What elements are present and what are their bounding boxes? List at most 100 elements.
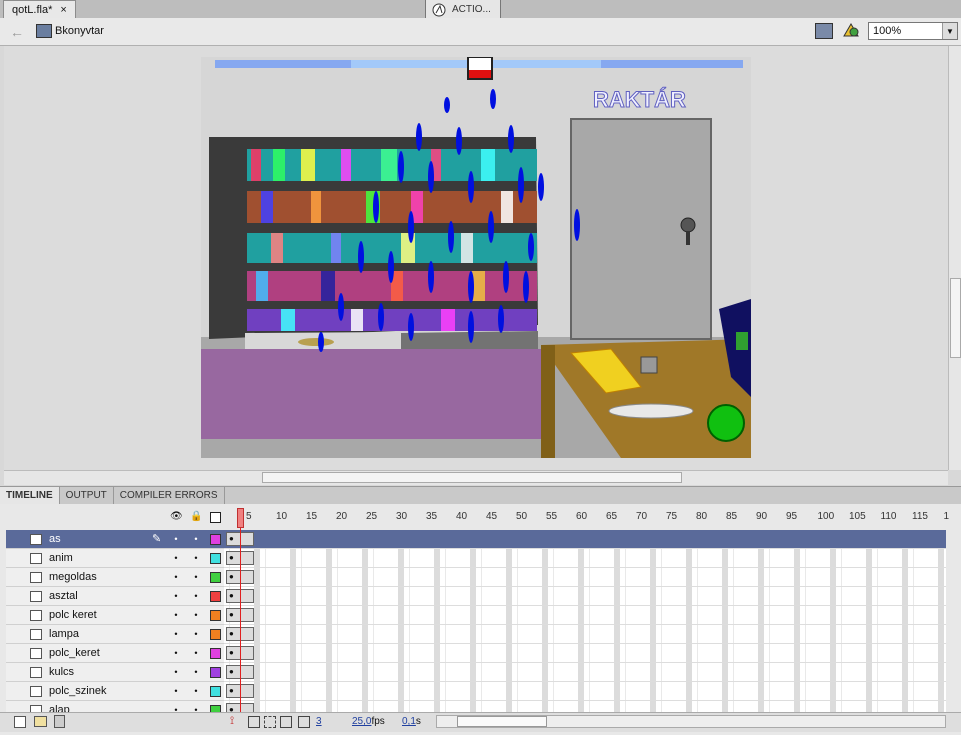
layer-name[interactable]: megoldas	[49, 571, 167, 583]
layer-name[interactable]: asztal	[49, 590, 167, 602]
actions-panel-title: ACTIO...	[452, 4, 491, 15]
elapsed-value[interactable]: 0,1	[402, 716, 416, 727]
lock-dot[interactable]: •	[186, 667, 206, 677]
visibility-dot[interactable]: •	[166, 648, 186, 658]
document-tab[interactable]: qotL.fla* ×	[3, 0, 76, 18]
back-arrow-icon[interactable]: ←	[10, 24, 24, 40]
new-folder-icon[interactable]	[34, 716, 47, 727]
onion-outline-icon[interactable]	[264, 716, 276, 728]
lock-dot[interactable]: •	[186, 591, 206, 601]
edit-scene-icon[interactable]	[815, 23, 833, 39]
layer-color-swatch[interactable]	[210, 533, 221, 545]
horizontal-scrollbar[interactable]	[4, 470, 948, 485]
keyframe-dot-icon: ●	[229, 686, 234, 695]
tab-timeline[interactable]: TIMELINE	[0, 487, 60, 504]
lock-dot[interactable]: •	[186, 572, 206, 582]
frame-number: 105	[849, 511, 866, 522]
layer-row[interactable]: polc_szinek • •	[6, 682, 224, 701]
trash-icon[interactable]	[54, 715, 65, 728]
center-frame-icon[interactable]: ⟟	[230, 715, 234, 728]
layer-name[interactable]: kulcs	[49, 666, 167, 678]
edit-symbols-icon[interactable]	[842, 22, 862, 41]
layer-name[interactable]: as	[49, 533, 167, 545]
frame-row[interactable]: ●	[224, 663, 946, 682]
fps-value[interactable]: 25,0	[352, 716, 371, 727]
visibility-dot[interactable]: •	[166, 667, 186, 677]
frame-grid[interactable]: ● ● ● ● ● ● ● ● ● ●	[224, 530, 946, 720]
frame-row[interactable]: ●	[224, 625, 946, 644]
zoom-select[interactable]: 100% ▼	[868, 22, 958, 40]
layer-color-swatch[interactable]	[210, 685, 221, 697]
layer-row[interactable]: lampa • •	[6, 625, 224, 644]
layer-row[interactable]: as ✎ • •	[6, 530, 224, 549]
current-frame[interactable]: 3	[316, 716, 322, 727]
visibility-dot[interactable]: •	[166, 534, 186, 544]
layer-name[interactable]: polc_szinek	[49, 685, 167, 697]
layer-row[interactable]: asztal • •	[6, 587, 224, 606]
stage[interactable]: RAKTÁR	[201, 57, 751, 458]
layer-row[interactable]: kulcs • •	[6, 663, 224, 682]
frame-row[interactable]: ●	[224, 587, 946, 606]
tab-output[interactable]: OUTPUT	[60, 487, 114, 504]
timeline-scroll-thumb[interactable]	[457, 716, 547, 727]
lock-dot[interactable]: •	[186, 648, 206, 658]
layer-name[interactable]: anim	[49, 552, 167, 564]
eye-icon[interactable]: 👁	[170, 511, 183, 522]
onion-skin-icon[interactable]	[248, 716, 260, 728]
frame-number: 80	[696, 511, 708, 522]
layer-color-swatch[interactable]	[210, 666, 221, 678]
frame-number: 85	[726, 511, 738, 522]
layer-row[interactable]: anim • •	[6, 549, 224, 568]
timeline-hscrollbar[interactable]	[436, 715, 946, 728]
tab-compiler-errors[interactable]: COMPILER ERRORS	[114, 487, 225, 504]
layer-row[interactable]: polc_keret • •	[6, 644, 224, 663]
lock-dot[interactable]: •	[186, 686, 206, 696]
layer-icon	[30, 666, 42, 678]
lock-dot[interactable]: •	[186, 553, 206, 563]
frame-row[interactable]: ●	[224, 568, 946, 587]
lock-dot[interactable]: •	[186, 610, 206, 620]
new-layer-icon[interactable]	[14, 716, 26, 728]
visibility-dot[interactable]: •	[166, 610, 186, 620]
frame-row[interactable]: ●	[224, 606, 946, 625]
actions-panel-tab[interactable]: ACTIO...	[425, 0, 501, 20]
visibility-dot[interactable]: •	[166, 629, 186, 639]
lock-dot[interactable]: •	[186, 534, 206, 544]
layer-row[interactable]: megoldas • •	[6, 568, 224, 587]
close-icon[interactable]: ×	[60, 4, 66, 16]
frame-ruler[interactable]: 5 10 15 20 25 30 35 40 45 50 55 60 65 70 75 80 85 90 95 100…	[224, 508, 949, 528]
onion-markers-icon[interactable]	[298, 716, 310, 728]
layer-name[interactable]: polc_keret	[49, 647, 167, 659]
layer-color-swatch[interactable]	[210, 628, 221, 640]
keyframe-dot-icon: ●	[229, 629, 234, 638]
frame-number: 110	[880, 511, 897, 522]
scene-label[interactable]: Bkonyvtar	[55, 25, 104, 37]
edit-multiple-frames-icon[interactable]	[280, 716, 292, 728]
layer-name[interactable]: lampa	[49, 628, 167, 640]
vertical-scrollbar[interactable]	[948, 46, 961, 470]
layer-color-swatch[interactable]	[210, 571, 221, 583]
layer-color-swatch[interactable]	[210, 552, 221, 564]
layer-color-swatch[interactable]	[210, 609, 221, 621]
frame-row[interactable]: ●	[224, 644, 946, 663]
layer-name[interactable]: polc keret	[49, 609, 167, 621]
frame-row[interactable]: ●	[224, 682, 946, 701]
layer-color-swatch[interactable]	[210, 647, 221, 659]
visibility-dot[interactable]: •	[166, 572, 186, 582]
frame-row[interactable]: ●	[224, 530, 946, 549]
lock-dot[interactable]: •	[186, 629, 206, 639]
lock-icon[interactable]: 🔒	[190, 511, 202, 522]
document-tab-title: qotL.fla*	[12, 3, 53, 16]
playhead[interactable]	[237, 508, 244, 714]
horizontal-scroll-thumb[interactable]	[262, 472, 682, 483]
layer-row[interactable]: polc keret • •	[6, 606, 224, 625]
layer-list: as ✎ • • anim • • megoldas • • asztal • • polc keret •…	[6, 530, 224, 720]
layer-color-swatch[interactable]	[210, 590, 221, 602]
frame-row[interactable]: ●	[224, 549, 946, 568]
vertical-scroll-thumb[interactable]	[950, 278, 961, 358]
visibility-dot[interactable]: •	[166, 591, 186, 601]
frame-number: 75	[666, 511, 678, 522]
visibility-dot[interactable]: •	[166, 686, 186, 696]
visibility-dot[interactable]: •	[166, 553, 186, 563]
outline-icon[interactable]	[210, 512, 221, 523]
